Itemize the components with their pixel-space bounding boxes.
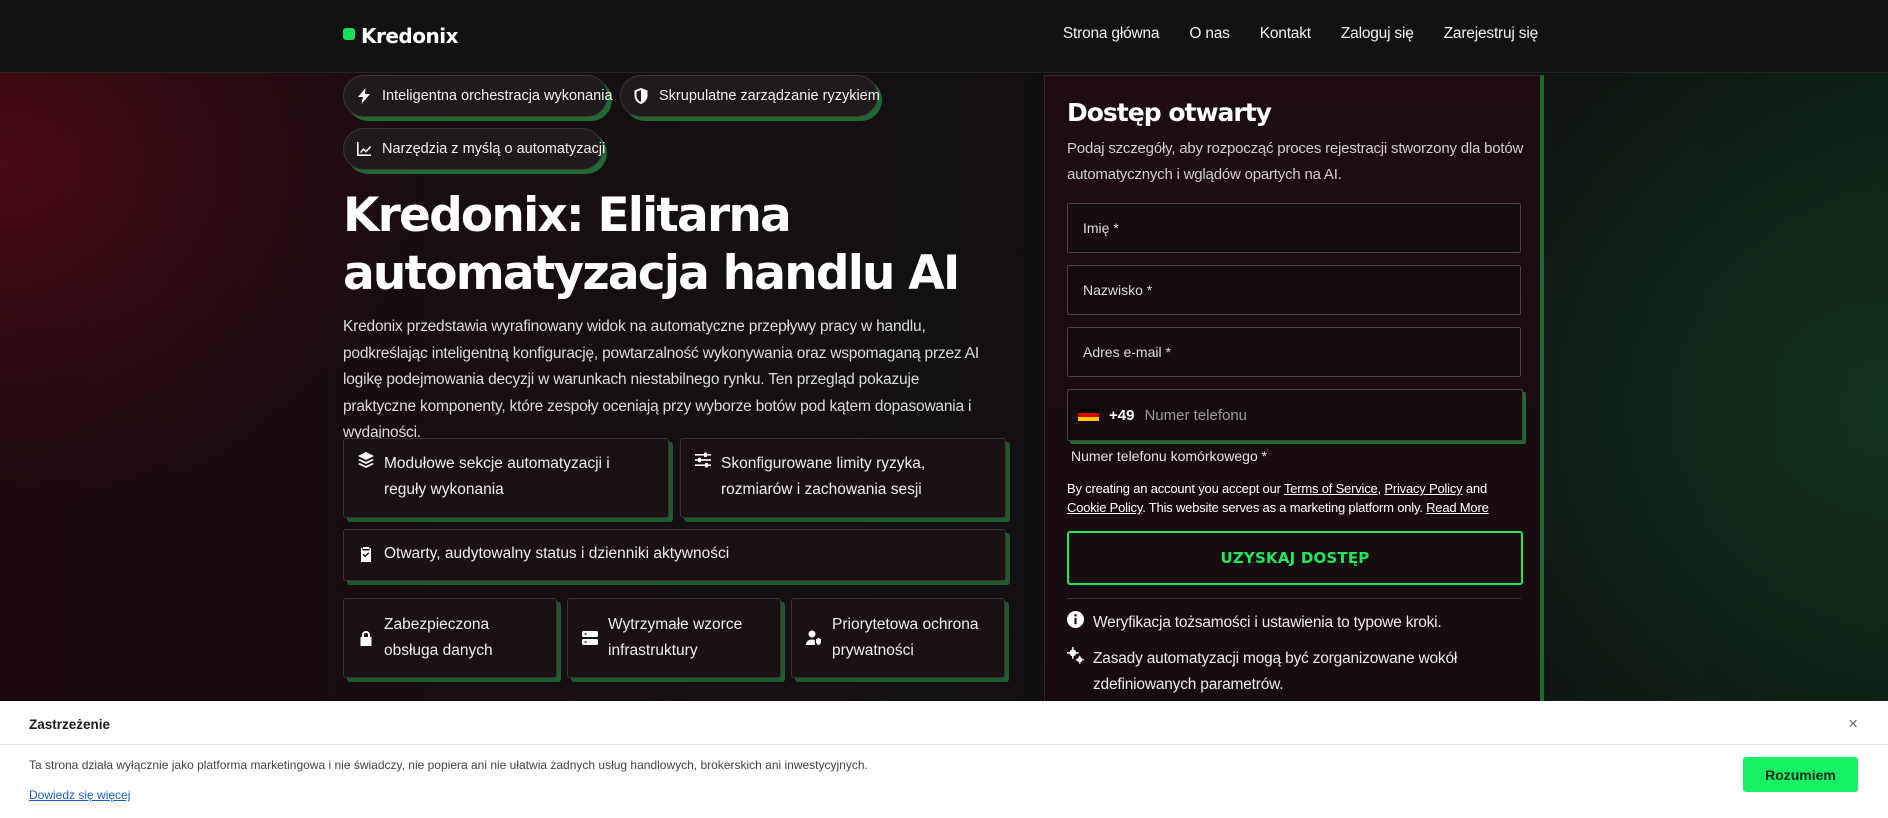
feature-label: Modułowe sekcje automatyzacji i reguły w… xyxy=(384,455,610,498)
pill-tools: Narzędzia z myślą o automatyzacji xyxy=(343,128,606,170)
email-placeholder: Adres e-mail * xyxy=(1083,344,1171,360)
disclaimer-divider xyxy=(0,744,1888,745)
disclaimer-text: Ta strona działa wyłącznie jako platform… xyxy=(29,758,868,772)
feature-card-audit: Otwarty, audytowalny status i dzienniki … xyxy=(343,529,1006,581)
feature-label: Otwarty, audytowalny status i dzienniki … xyxy=(384,545,730,562)
feature-card-modules: Modułowe sekcje automatyzacji i reguły w… xyxy=(343,438,669,518)
server-icon xyxy=(582,631,598,645)
panel-title: Dostęp otwarty xyxy=(1067,98,1272,127)
hero-description: Kredonix przedstawia wyrafinowany widok … xyxy=(343,318,979,441)
terms-pre: By creating an account you accept our xyxy=(1067,481,1284,496)
bolt-icon xyxy=(358,88,370,104)
german-flag-icon[interactable] xyxy=(1078,408,1099,422)
terms-of-service-link[interactable]: Terms of Service xyxy=(1284,481,1378,496)
cookie-policy-link[interactable]: Cookie Policy xyxy=(1067,500,1142,515)
nav-home[interactable]: Strona główna xyxy=(1063,25,1160,43)
first-name-placeholder: Imię * xyxy=(1083,220,1119,236)
disclaimer-title: Zastrzeżenie xyxy=(29,717,111,732)
terms-and: and xyxy=(1462,481,1487,496)
phone-label: Numer telefonu komórkowego * xyxy=(1071,448,1268,464)
info-item: Zasady automatyzacji mogą być zorganizow… xyxy=(1067,646,1523,698)
read-more-link[interactable]: Read More xyxy=(1426,500,1489,515)
terms-text: By creating an account you accept our Te… xyxy=(1067,479,1527,517)
last-name-placeholder: Nazwisko * xyxy=(1083,282,1153,298)
chart-line-icon xyxy=(357,142,372,156)
disclaimer-bar: Zastrzeżenie × Ta strona działa wyłączni… xyxy=(0,701,1888,818)
terms-post: . This website serves as a marketing pla… xyxy=(1142,500,1427,515)
brand-name: Kredonix xyxy=(361,24,458,48)
info-label: Zasady automatyzacji mogą być zorganizow… xyxy=(1093,650,1458,693)
pill-label: Skrupulatne zarządzanie ryzykiem xyxy=(659,88,880,104)
feature-card-infrastructure: Wytrzymałe wzorce infrastruktury xyxy=(567,598,781,678)
feature-label: Zabezpieczona obsługa danych xyxy=(384,616,493,659)
pill-label: Inteligentna orchestracja wykonania xyxy=(382,88,613,104)
gears-icon xyxy=(1067,647,1084,664)
nav-login[interactable]: Zaloguj się xyxy=(1341,25,1414,43)
info-icon xyxy=(1067,611,1084,628)
phone-input[interactable] xyxy=(1144,406,1445,424)
phone-field[interactable]: +49 xyxy=(1067,389,1523,441)
info-item: Weryfikacja tożsamości i ustawienia to t… xyxy=(1067,610,1523,636)
site-header: Kredonix Strona główna O nas Kontakt Zal… xyxy=(0,0,1888,73)
feature-label: Wytrzymałe wzorce infrastruktury xyxy=(608,616,743,659)
divider xyxy=(1067,598,1521,599)
feature-card-limits: Skonfigurowane limity ryzyka, rozmiarów … xyxy=(680,438,1006,518)
logo-mark-icon xyxy=(343,28,355,40)
feature-card-privacy: Priorytetowa ochrona prywatności xyxy=(791,598,1005,678)
feature-card-security: Zabezpieczona obsługa danych xyxy=(343,598,557,678)
brand-logo[interactable]: Kredonix xyxy=(343,24,458,48)
pill-label: Narzędzia z myślą o automatyzacji xyxy=(382,141,606,157)
hero-title: Kredonix: Elitarna automatyzacja handlu … xyxy=(343,188,960,301)
first-name-field[interactable]: Imię * xyxy=(1067,203,1521,253)
panel-subtitle: Podaj szczegóły, aby rozpocząć proces re… xyxy=(1067,140,1524,183)
nav-contact[interactable]: Kontakt xyxy=(1260,25,1311,43)
layers-icon xyxy=(358,452,374,468)
last-name-field[interactable]: Nazwisko * xyxy=(1067,265,1521,315)
nav-about[interactable]: O nas xyxy=(1189,25,1230,43)
info-label: Weryfikacja tożsamości i ustawienia to t… xyxy=(1093,614,1442,631)
learn-more-link[interactable]: Dowiedz się więcej xyxy=(29,788,130,802)
main-nav: Strona główna O nas Kontakt Zaloguj się … xyxy=(1063,25,1538,43)
clipboard-check-icon xyxy=(361,547,371,562)
feature-label: Skonfigurowane limity ryzyka, rozmiarów … xyxy=(721,455,926,498)
pill-execution: Inteligentna orchestracja wykonania xyxy=(343,75,613,117)
get-access-button[interactable]: UZYSKAJ DOSTĘP xyxy=(1067,531,1523,585)
privacy-policy-link[interactable]: Privacy Policy xyxy=(1384,481,1462,496)
user-shield-icon xyxy=(806,630,821,646)
pill-risk: Skrupulatne zarządzanie ryzykiem xyxy=(620,75,880,117)
registration-panel: Dostęp otwarty Podaj szczegóły, aby rozp… xyxy=(1044,75,1544,715)
close-icon[interactable]: × xyxy=(1848,714,1858,734)
email-field[interactable]: Adres e-mail * xyxy=(1067,327,1521,377)
nav-register[interactable]: Zarejestruj się xyxy=(1444,25,1539,43)
shield-icon xyxy=(634,88,648,104)
feature-label: Priorytetowa ochrona prywatności xyxy=(832,616,979,659)
understand-button[interactable]: Rozumiem xyxy=(1743,757,1858,792)
lock-icon xyxy=(360,631,372,646)
sliders-icon xyxy=(695,452,711,468)
phone-country-code[interactable]: +49 xyxy=(1109,407,1134,424)
